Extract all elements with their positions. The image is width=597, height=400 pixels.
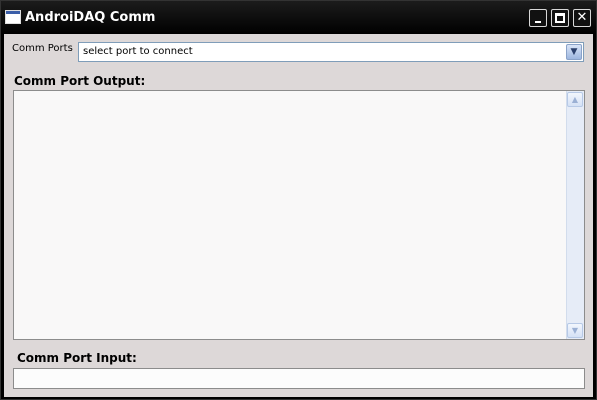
comm-port-select[interactable]: select port to connect ▼	[78, 42, 584, 62]
chevron-down-icon: ▼	[571, 326, 579, 335]
input-label: Comm Port Input:	[17, 351, 137, 365]
client-area: Comm Ports select port to connect ▼ Comm…	[4, 34, 593, 397]
dropdown-button[interactable]: ▼	[566, 44, 582, 60]
minimize-icon	[535, 21, 541, 23]
maximize-icon	[555, 13, 565, 23]
scroll-down-button[interactable]: ▼	[567, 323, 583, 338]
title-bar[interactable]: AndroiDAQ Comm ✕	[1, 1, 596, 34]
minimize-button[interactable]	[529, 9, 547, 27]
app-window: AndroiDAQ Comm ✕ Comm Ports select port …	[0, 0, 597, 400]
close-button[interactable]: ✕	[573, 9, 591, 27]
window-title: AndroiDAQ Comm	[25, 10, 156, 25]
scroll-up-button[interactable]: ▲	[567, 92, 583, 107]
output-label: Comm Port Output:	[14, 74, 146, 88]
comm-input-field[interactable]	[13, 368, 585, 389]
comm-ports-label: Comm Ports	[12, 43, 73, 54]
output-textarea[interactable]: ▲ ▼	[13, 90, 585, 340]
vertical-scrollbar[interactable]: ▲ ▼	[566, 91, 584, 339]
close-icon: ✕	[576, 10, 588, 25]
maximize-button[interactable]	[551, 9, 569, 27]
window-icon	[5, 10, 21, 24]
chevron-up-icon: ▲	[571, 95, 579, 104]
comm-port-select-value: select port to connect	[83, 46, 193, 57]
chevron-down-icon: ▼	[570, 47, 578, 57]
